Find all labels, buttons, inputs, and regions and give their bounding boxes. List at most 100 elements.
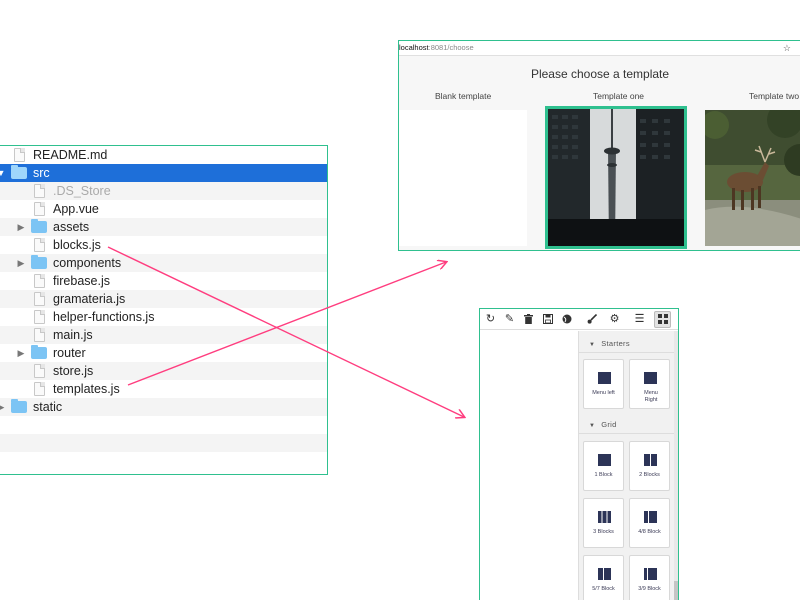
block-3-9[interactable]: 3/9 Block (629, 555, 670, 600)
block-3-blocks[interactable]: 3 Blocks (583, 498, 624, 548)
file-icon (34, 328, 45, 342)
block-caption: 1 Block (594, 472, 613, 478)
tree-file-row[interactable]: store.js (0, 362, 327, 380)
file-icon (34, 202, 45, 216)
block-2-blocks[interactable]: 2 Blocks (629, 441, 670, 491)
page-builder-window: ↻ ✎ ⚙ ☰ ▼ Starters Menu left Menu Right (479, 308, 679, 600)
template-blank-label: Blank template (435, 91, 492, 101)
tree-item-label: main.js (53, 328, 93, 342)
block-caption: Menu Right (644, 390, 658, 403)
tree-file-row[interactable]: blocks.js (0, 236, 327, 254)
template-blank-card[interactable] (399, 110, 527, 246)
block-4-8[interactable]: 4/8 Block (629, 498, 670, 548)
builder-toolbar: ↻ ✎ ⚙ ☰ (480, 309, 678, 330)
bookmark-star-icon[interactable]: ☆ (783, 41, 791, 55)
tree-file-row[interactable]: gramateria.js (0, 290, 327, 308)
blocks-icon[interactable] (654, 311, 671, 328)
disclosure-open-icon[interactable]: ▼ (0, 164, 7, 182)
disclosure-closed-icon[interactable]: ▶ (15, 344, 27, 362)
menu-left-icon (598, 372, 611, 384)
tree-item-label: src (33, 166, 50, 180)
url-text[interactable]: localhost:8081/choose (399, 41, 474, 55)
tree-item-label: gramateria.js (53, 292, 126, 306)
section-grid-header[interactable]: ▼ Grid (579, 416, 677, 434)
blocks-panel: ▼ Starters Menu left Menu Right ▼ Grid 1 B… (578, 331, 677, 600)
folder-icon (11, 165, 27, 179)
folder-icon (31, 219, 47, 233)
tree-file-row[interactable]: firebase.js (0, 272, 327, 290)
block-menu-right[interactable]: Menu Right (629, 359, 670, 409)
builder-canvas[interactable] (480, 331, 578, 600)
block-caption: Menu left (592, 390, 615, 396)
file-icon (14, 148, 25, 162)
gear-icon[interactable]: ⚙ (606, 311, 623, 328)
tree-file-row[interactable]: .DS_Store (0, 182, 327, 200)
template-two-card[interactable] (705, 110, 800, 246)
block-caption: 3 Blocks (593, 529, 614, 535)
tree-folder-row[interactable]: ▼ src (0, 164, 327, 182)
tree-item-label: store.js (53, 364, 94, 378)
trash-icon[interactable] (520, 311, 537, 328)
tree-item-label: blocks.js (53, 238, 101, 252)
tree-file-row[interactable]: main.js (0, 326, 327, 344)
tree-folder-row[interactable]: ▶ components (0, 254, 327, 272)
page-title: Please choose a template (530, 67, 670, 81)
five-seven-columns-icon (598, 568, 611, 580)
tree-item-label: README.md (33, 148, 108, 162)
tree-file-row[interactable]: README.md (0, 146, 327, 164)
three-nine-columns-icon (644, 568, 657, 580)
disclosure-closed-icon[interactable]: ▶ (15, 254, 27, 272)
template-one-card[interactable] (545, 106, 687, 249)
caret-down-icon: ▼ (589, 342, 596, 348)
block-caption: 4/8 Block (638, 529, 661, 535)
caret-down-icon: ▼ (589, 423, 596, 429)
four-eight-columns-icon (644, 511, 657, 523)
block-caption: 5/7 Block (592, 586, 615, 592)
deer-photo (705, 110, 800, 246)
tree-item-label: router (53, 346, 86, 360)
brush-icon[interactable] (583, 311, 600, 328)
template-two-label: Template two (749, 91, 800, 101)
tree-file-row[interactable]: templates.js (0, 380, 327, 398)
scrollbar-thumb[interactable] (674, 581, 678, 600)
tree-folder-row[interactable]: ▶ static (0, 398, 327, 416)
block-caption: 3/9 Block (638, 586, 661, 592)
tree-item-label: helper-functions.js (53, 310, 155, 324)
layers-icon[interactable]: ☰ (631, 311, 648, 328)
template-one-label: Template one (593, 91, 645, 101)
tree-item-label: static (33, 400, 63, 414)
tree-item-label: assets (53, 220, 90, 234)
disclosure-closed-icon[interactable]: ▶ (15, 218, 27, 236)
preview-icon[interactable] (558, 311, 575, 328)
folder-icon (31, 345, 47, 359)
two-columns-icon (644, 454, 657, 466)
file-icon (34, 184, 45, 198)
address-bar[interactable]: localhost:8081/choose ☆ (399, 41, 800, 56)
file-icon (34, 364, 45, 378)
blocks-scrollbar[interactable] (674, 331, 678, 600)
disclosure-closed-icon[interactable]: ▶ (0, 398, 7, 416)
refresh-icon[interactable]: ↻ (482, 311, 499, 328)
tree-file-row[interactable]: App.vue (0, 200, 327, 218)
section-starters-label: Starters (601, 339, 630, 348)
file-icon (34, 274, 45, 288)
block-5-7[interactable]: 5/7 Block (583, 555, 624, 600)
tree-file-row[interactable]: helper-functions.js (0, 308, 327, 326)
block-menu-left[interactable]: Menu left (583, 359, 624, 409)
folder-icon (11, 399, 27, 413)
save-icon[interactable] (539, 311, 556, 328)
tree-folder-row[interactable]: ▶ assets (0, 218, 327, 236)
tree-empty-row (0, 434, 327, 452)
url-host: localhost (399, 43, 429, 52)
tree-item-label: templates.js (53, 382, 120, 396)
edit-icon[interactable]: ✎ (501, 311, 518, 328)
block-1-block[interactable]: 1 Block (583, 441, 624, 491)
tree-folder-row[interactable]: ▶ router (0, 344, 327, 362)
file-icon (34, 310, 45, 324)
menu-right-icon (644, 372, 657, 384)
section-grid-label: Grid (601, 420, 617, 429)
tree-item-label: .DS_Store (53, 184, 111, 198)
file-tree-panel: README.md ▼ src.DS_Store App.vue ▶ assets bloc… (0, 145, 328, 475)
tree-item-label: firebase.js (53, 274, 110, 288)
section-starters-header[interactable]: ▼ Starters (579, 335, 677, 353)
